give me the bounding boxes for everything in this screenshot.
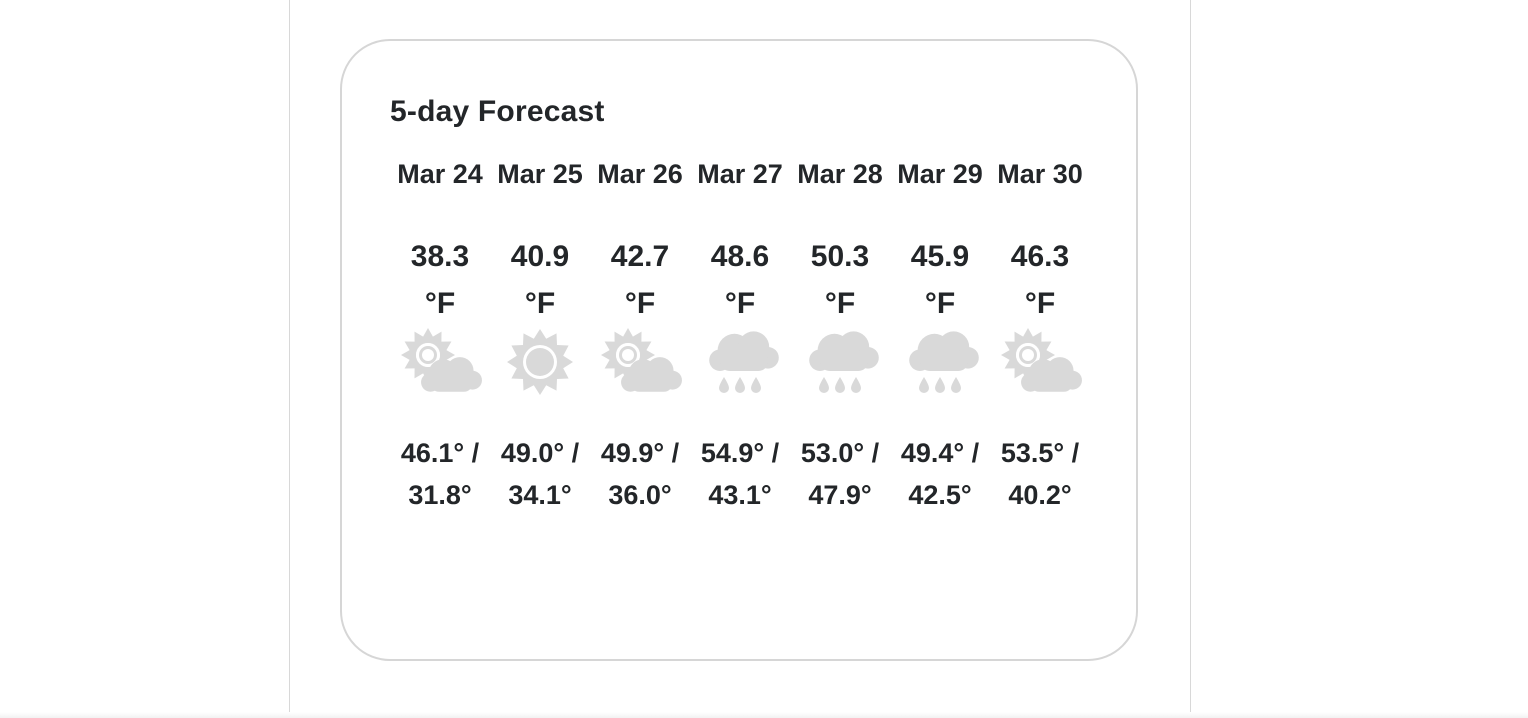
day-temperature: 42.7 °F [610, 240, 670, 320]
day-date: Mar 24 [397, 159, 483, 189]
day-high: 53.0° / [800, 438, 880, 468]
day-date: Mar 28 [797, 159, 883, 189]
forecast-day: Mar 24 38.3 °F 46.1° / 31.8° [390, 157, 490, 516]
day-date: Mar 30 [997, 159, 1083, 189]
partly-cloudy-icon [1001, 328, 1082, 392]
day-high: 46.1° / [400, 438, 480, 468]
day-high: 49.9° / [600, 438, 680, 468]
day-low: 47.9° [808, 480, 872, 510]
day-date: Mar 26 [597, 159, 683, 189]
partly-cloudy-icon [998, 327, 1082, 397]
day-temperature: 40.9 °F [510, 240, 570, 320]
day-temperature: 48.6 °F [710, 240, 770, 320]
forecast-day: Mar 27 48.6 °F 54.9° / 43.1° [690, 157, 790, 516]
forecast-days: Mar 24 38.3 °F 46.1° / 31.8° Mar 25 40.9… [390, 157, 1090, 516]
day-temperature: 45.9 °F [910, 240, 970, 320]
day-low: 42.5° [908, 480, 972, 510]
day-temperature: 50.3 °F [810, 240, 870, 320]
partly-cloudy-icon [398, 327, 482, 397]
forecast-day: Mar 30 46.3 °F 53.5° / 40.2° [990, 157, 1090, 516]
rain-icon [809, 331, 879, 393]
day-low: 34.1° [508, 480, 572, 510]
partly-cloudy-icon [601, 328, 682, 392]
day-low: 43.1° [708, 480, 772, 510]
day-high: 53.5° / [1000, 438, 1080, 468]
day-date: Mar 29 [897, 159, 983, 189]
forecast-day: Mar 28 50.3 °F 53.0° / 47.9° [790, 157, 890, 516]
day-low: 31.8° [408, 480, 472, 510]
forecast-card: 5-day Forecast Mar 24 38.3 °F 46.1° / 31… [340, 39, 1138, 661]
rain-icon [698, 327, 782, 397]
partly-cloudy-icon [598, 327, 682, 397]
day-high: 49.4° / [900, 438, 980, 468]
day-temperature: 38.3 °F [410, 240, 470, 320]
page-bottom-edge [0, 712, 1528, 718]
rain-icon [798, 327, 882, 397]
day-high: 49.0° / [500, 438, 580, 468]
day-high: 54.9° / [700, 438, 780, 468]
rain-icon [898, 327, 982, 397]
forecast-title: 5-day Forecast [390, 95, 605, 128]
day-low: 40.2° [1008, 480, 1072, 510]
partly-cloudy-icon [401, 328, 482, 392]
forecast-day: Mar 29 45.9 °F 49.4° / 42.5° [890, 157, 990, 516]
day-temperature: 46.3 °F [1010, 240, 1070, 320]
forecast-day: Mar 25 40.9 °F 49.0° / 34.1° [490, 157, 590, 516]
rain-icon [709, 331, 779, 393]
day-date: Mar 25 [497, 159, 583, 189]
forecast-day: Mar 26 42.7 °F 49.9° / 36.0° [590, 157, 690, 516]
rain-icon [909, 331, 979, 393]
day-low: 36.0° [608, 480, 672, 510]
day-date: Mar 27 [697, 159, 783, 189]
sunny-icon [507, 329, 573, 395]
page: 5-day Forecast Mar 24 38.3 °F 46.1° / 31… [0, 0, 1528, 718]
sunny-icon [498, 327, 582, 397]
